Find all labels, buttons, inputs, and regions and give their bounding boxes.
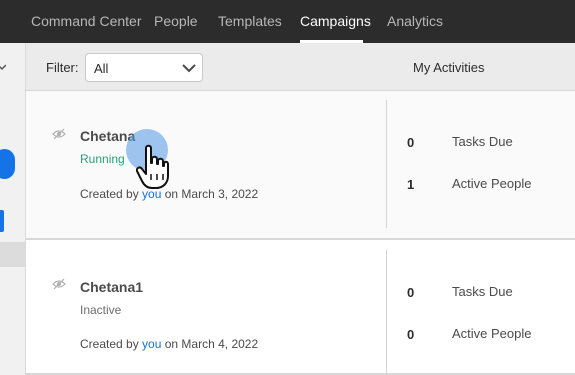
- active-people-count: 1: [407, 177, 415, 192]
- active-people-label: Active People: [452, 326, 532, 341]
- tab-templates[interactable]: Templates: [218, 0, 282, 43]
- created-date: on March 3, 2022: [161, 187, 259, 201]
- rail-avatar[interactable]: [0, 149, 15, 179]
- eye-off-icon[interactable]: [52, 278, 66, 290]
- eye-off-icon[interactable]: [52, 128, 66, 140]
- filter-bar: Filter: All My Activities: [26, 43, 575, 91]
- card-divider: [386, 100, 387, 228]
- filter-dropdown[interactable]: All: [85, 53, 203, 82]
- chevron-down-icon: [182, 64, 196, 73]
- my-activities-heading: My Activities: [413, 60, 485, 75]
- left-rail: [0, 43, 26, 375]
- rail-checkbox[interactable]: [0, 210, 4, 232]
- campaign-card[interactable]: Chetana Running Created by you on March …: [26, 91, 575, 240]
- created-date: on March 4, 2022: [161, 337, 259, 351]
- campaign-created-info: Created by you on March 4, 2022: [80, 337, 258, 351]
- tab-people[interactable]: People: [154, 0, 198, 43]
- created-prefix: Created by: [80, 187, 143, 201]
- rail-selected-row[interactable]: [0, 242, 25, 267]
- tasks-due-count: 0: [407, 285, 415, 300]
- campaign-status: Inactive: [80, 303, 122, 317]
- chevron-down-icon[interactable]: [0, 63, 6, 71]
- tab-command-center[interactable]: Command Center: [31, 0, 142, 43]
- tab-campaigns[interactable]: Campaigns: [300, 0, 371, 43]
- filter-label: Filter:: [46, 60, 79, 75]
- tasks-due-label: Tasks Due: [452, 134, 513, 149]
- campaign-status: Running: [80, 152, 125, 166]
- campaign-card[interactable]: Chetana1 Inactive Created by you on Marc…: [26, 240, 575, 375]
- created-by-link[interactable]: you: [142, 337, 161, 351]
- created-prefix: Created by: [80, 337, 143, 351]
- top-nav: Command Center People Templates Campaign…: [0, 0, 575, 43]
- active-people-count: 0: [407, 327, 415, 342]
- tasks-due-label: Tasks Due: [452, 284, 513, 299]
- active-people-label: Active People: [452, 176, 532, 191]
- tab-analytics[interactable]: Analytics: [387, 0, 443, 43]
- card-divider: [386, 250, 387, 375]
- campaign-name[interactable]: Chetana1: [80, 279, 143, 295]
- hand-pointer-icon: [136, 144, 169, 189]
- tasks-due-count: 0: [407, 135, 415, 150]
- filter-value: All: [94, 61, 109, 76]
